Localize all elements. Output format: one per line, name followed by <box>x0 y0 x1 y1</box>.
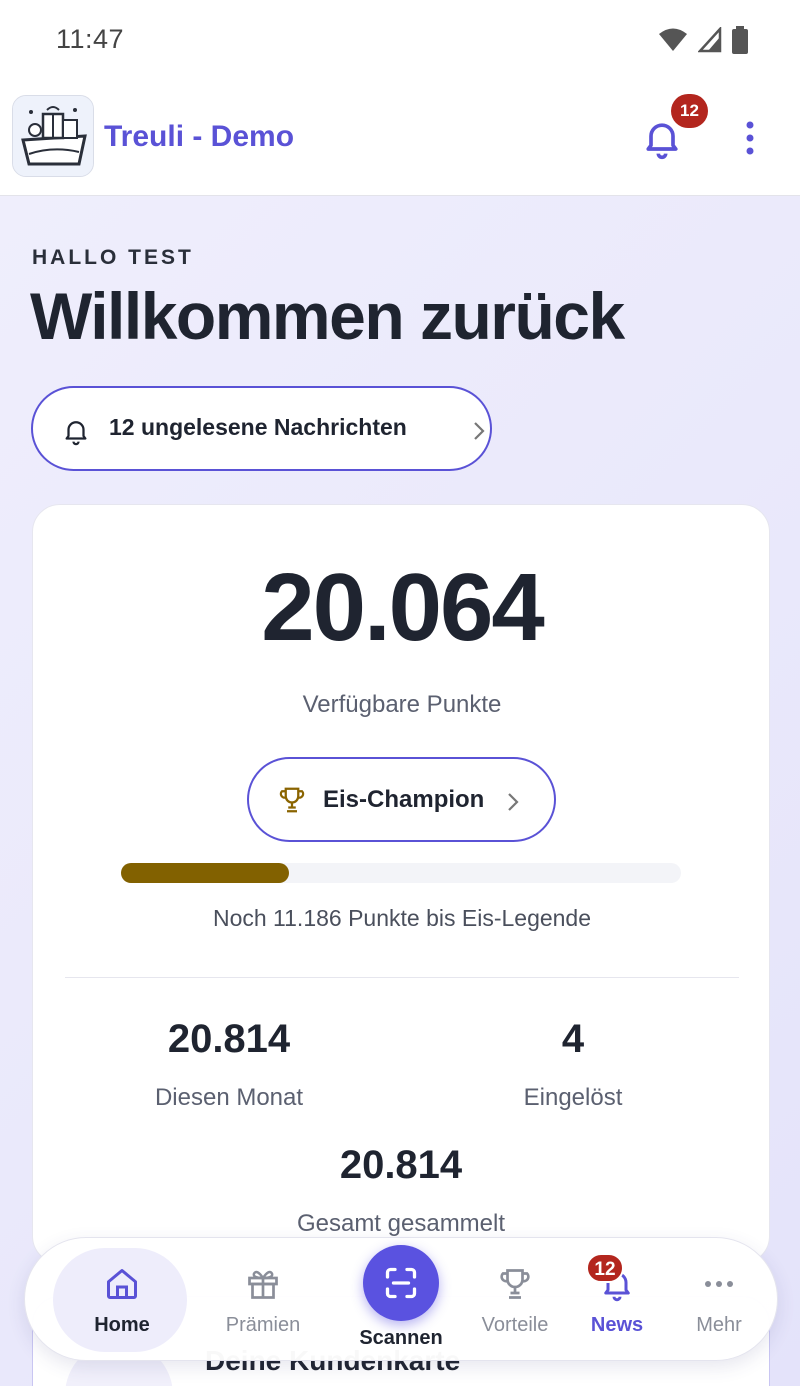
stat-label: Eingelöst <box>523 1084 623 1111</box>
trophy-icon <box>500 1269 530 1299</box>
tier-progress-text: Noch 11.186 Punkte bis Eis-Legende <box>212 905 592 931</box>
main-content: HALLO TEST Willkommen zurück 12 ungelese… <box>0 196 800 1386</box>
scan-icon <box>385 1267 417 1299</box>
app-title: Treuli - Demo <box>104 120 295 153</box>
nav-more[interactable]: Mehr <box>664 1238 774 1362</box>
scan-button[interactable] <box>363 1245 439 1321</box>
more-options-button[interactable] <box>736 118 764 158</box>
trophy-icon <box>279 787 305 813</box>
status-bar: 11:47 <box>0 0 800 80</box>
status-icons <box>658 26 748 54</box>
wifi-icon <box>659 28 687 51</box>
bell-icon <box>65 421 87 446</box>
nav-home-label: Home <box>94 1314 150 1336</box>
more-horizontal-icon <box>705 1281 733 1287</box>
points-label: Verfügbare Punkte <box>302 691 502 718</box>
stat-value: 4 <box>561 1017 585 1061</box>
nav-rewards-label: Prämien <box>225 1314 301 1336</box>
stat-total-collected: 20.814 Gesamt gesammelt <box>251 1143 551 1238</box>
unread-messages-label: 12 ungelesene Nachrichten <box>109 414 407 440</box>
nav-benefits-label: Vorteile <box>481 1314 549 1336</box>
tier-progress-bar <box>121 863 681 883</box>
gift-icon <box>248 1270 278 1299</box>
tier-label: Eis-Champion <box>323 786 485 813</box>
nav-rewards[interactable]: Prämien <box>208 1238 318 1362</box>
greeting-title: Willkommen zurück <box>30 279 625 353</box>
status-time: 11:47 <box>56 24 125 54</box>
unread-messages-button[interactable]: 12 ungelesene Nachrichten <box>31 386 492 471</box>
divider <box>65 977 739 978</box>
news-badge: 12 <box>586 1253 624 1283</box>
nav-benefits[interactable]: Vorteile <box>460 1238 570 1362</box>
stat-this-month: 20.814 Diesen Monat <box>79 1017 379 1112</box>
app-logo <box>12 95 94 177</box>
tier-button[interactable]: Eis-Champion <box>247 757 556 842</box>
home-icon <box>107 1269 137 1299</box>
nav-home[interactable]: Home <box>53 1238 187 1362</box>
points-value: 20.064 <box>261 554 545 661</box>
greeting-kicker: HALLO TEST <box>32 246 194 269</box>
scan-label: Scannen <box>359 1327 443 1349</box>
tier-progress-fill <box>121 863 289 883</box>
signal-icon <box>698 27 722 53</box>
stat-value: 20.814 <box>167 1017 291 1061</box>
points-card: 20.064 Verfügbare Punkte Eis-Champion No… <box>32 504 770 1264</box>
stat-redeemed: 4 Eingelöst <box>423 1017 723 1112</box>
nav-more-label: Mehr <box>696 1314 742 1336</box>
notification-badge: 12 <box>671 94 708 128</box>
nav-news-label: News <box>590 1314 644 1336</box>
stat-label: Diesen Monat <box>154 1084 304 1111</box>
battery-icon <box>732 26 748 54</box>
chevron-right-icon <box>474 422 485 440</box>
stat-label: Gesamt gesammelt <box>296 1210 506 1237</box>
stat-value: 20.814 <box>339 1143 463 1187</box>
more-vertical-icon <box>746 121 754 155</box>
chevron-right-icon <box>508 793 519 811</box>
